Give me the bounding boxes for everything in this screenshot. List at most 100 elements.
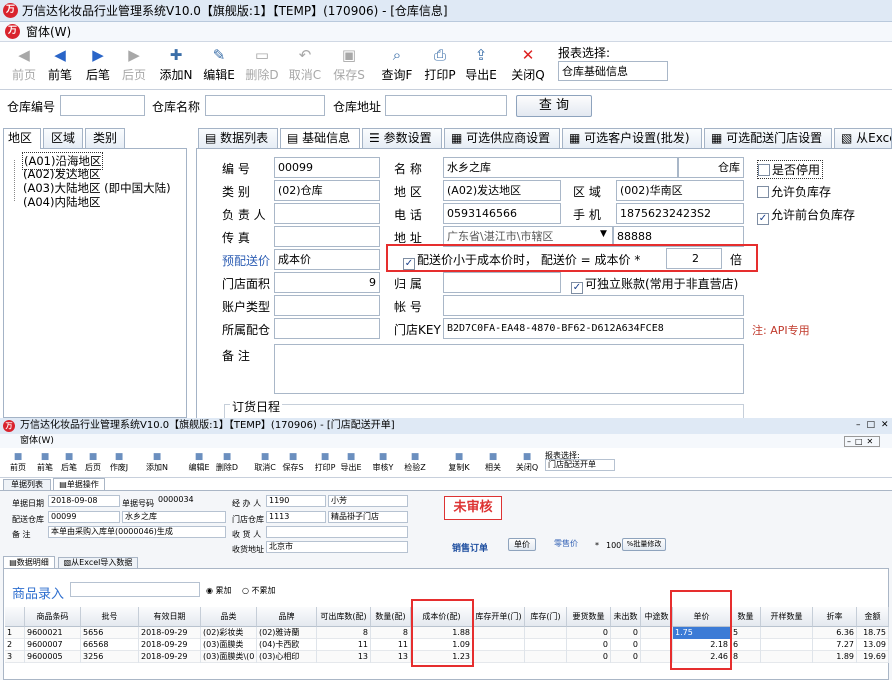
grid-header[interactable]: 开样数量 [761, 607, 813, 627]
tab-basic-info[interactable]: ▤ 基础信息 [280, 128, 360, 149]
price-rule-multiplier[interactable]: 2 [666, 248, 722, 269]
toolbar-button-2[interactable]: ▶ 后笔 [78, 44, 118, 88]
manager-field[interactable] [274, 203, 380, 224]
store-area-field[interactable]: 9 [274, 272, 380, 293]
receiver-field[interactable] [266, 526, 408, 538]
dist-wh-name[interactable]: 水乡之库 [122, 511, 226, 523]
tab-params[interactable]: ☰ 参数设置 [362, 128, 442, 148]
grid-header[interactable]: 品类 [201, 607, 257, 627]
detail-tab-data[interactable]: ▤数据明细 [3, 556, 55, 568]
account-type-field[interactable] [274, 295, 380, 316]
code-field[interactable]: 00099 [274, 157, 380, 178]
toolbar-button-6[interactable]: ▭ 删除D [242, 44, 282, 88]
phone-field[interactable]: 0593146566 [443, 203, 561, 224]
name-field[interactable]: 水乡之库 [443, 157, 678, 178]
sub-tab-ops[interactable]: ▤单据操作 [53, 478, 105, 490]
toolbar-button-9[interactable]: ⌕ 查询F [377, 44, 417, 88]
tab-suppliers[interactable]: ▦ 可选供应商设置 [444, 128, 560, 148]
sub-toolbar-button-8[interactable]: ■ 取消C [250, 452, 280, 473]
left-tab-area[interactable]: 区域 [43, 128, 83, 148]
toolbar-button-3[interactable]: ▶ 后页 [114, 44, 154, 88]
table-cell[interactable]: 5 [731, 627, 761, 639]
region-field[interactable]: (A02)发达地区 [443, 180, 561, 201]
table-cell[interactable]: 8 [731, 651, 761, 663]
area-field[interactable]: (002)华南区 [616, 180, 744, 201]
warehouse-name-input[interactable] [205, 95, 325, 116]
sub-tab-list[interactable]: 单据列表 [3, 479, 51, 490]
belong-field[interactable] [443, 272, 561, 293]
toolbar-button-10[interactable]: ⎙ 打印P [420, 44, 460, 88]
bill-date-field[interactable]: 2018-09-08 [48, 495, 120, 507]
grid-header[interactable]: 未出数 [611, 607, 641, 627]
toolbar-button-11[interactable]: ⇪ 导出E [461, 44, 501, 88]
sub-toolbar-button-9[interactable]: ■ 保存S [278, 452, 308, 473]
tab-excel[interactable]: ▧ 从Exce [834, 128, 892, 148]
recv-addr-field[interactable]: 北京市 [266, 541, 408, 553]
dist-wh-code[interactable]: 00099 [48, 511, 120, 523]
grid-header[interactable] [5, 607, 25, 627]
radio-no-accum[interactable]: ○ 不累加 [242, 585, 276, 596]
account-field[interactable] [443, 295, 744, 316]
grid-header[interactable]: 中途数 [641, 607, 673, 627]
price-rule-checkbox[interactable]: ✓ 配送价小于成本价时， 配送价 = 成本价 * [403, 251, 640, 270]
left-tab-category[interactable]: 类别 [85, 128, 125, 148]
toolbar-button-12[interactable]: ✕ 关闭Q [508, 44, 548, 88]
table-cell[interactable]: 6 [731, 639, 761, 651]
dist-field[interactable] [274, 318, 380, 339]
grid-header[interactable]: 有效日期 [139, 607, 201, 627]
mobile-field[interactable]: 18756232423S2 [616, 203, 744, 224]
sub-note-field[interactable]: 本单由采购入库单(0000046)生成 [48, 526, 226, 538]
handler-code[interactable]: 1190 [266, 495, 326, 507]
grid-header[interactable]: 数量 [731, 607, 761, 627]
tab-stores[interactable]: ▦ 可选配送门店设置 [704, 128, 832, 148]
left-tab-region[interactable]: 地区 [3, 128, 41, 149]
product-entry-input[interactable] [70, 582, 200, 597]
sub-toolbar-button-11[interactable]: ■ 导出E [336, 452, 366, 473]
grid-header[interactable]: 金额 [857, 607, 889, 627]
batch-modify-button[interactable]: %批量修改 [622, 538, 666, 551]
price-field[interactable]: 成本价 [274, 249, 380, 270]
sub-toolbar-button-0[interactable]: ■ 前页 [3, 452, 33, 473]
grid-header[interactable]: 品牌 [257, 607, 317, 627]
tab-data-list[interactable]: ▤ 数据列表 [198, 128, 278, 148]
toolbar-button-0[interactable]: ◀ 前页 [4, 44, 44, 88]
warehouse-addr-input[interactable] [385, 95, 507, 116]
query-button[interactable]: 查 询 [516, 95, 592, 117]
fax-field[interactable] [274, 226, 380, 247]
sub-toolbar-button-7[interactable]: ■ 删除D [212, 452, 242, 473]
store-wh-name[interactable]: 精品褂子门店 [328, 511, 408, 523]
grid-header[interactable]: 批号 [81, 607, 139, 627]
allow-negative-checkbox[interactable]: 允许负库存 [757, 183, 831, 200]
toolbar-button-8[interactable]: ▣ 保存S [329, 44, 369, 88]
toolbar-button-5[interactable]: ✎ 编辑E [199, 44, 239, 88]
tab-customers[interactable]: ▦ 可选客户设置(批发) [562, 128, 702, 148]
unit-price-button[interactable]: 单价 [508, 538, 536, 551]
sub-toolbar-button-13[interactable]: ■ 检验Z [400, 452, 430, 473]
sub-report-select[interactable]: 门店配送开单 [545, 459, 615, 471]
sub-toolbar-button-12[interactable]: ■ 审核Y [368, 452, 398, 473]
detail-tab-excel[interactable]: ▧从Excel导入数据 [58, 557, 138, 568]
sub-menu-window[interactable]: 窗体(W) [20, 436, 54, 446]
sub-toolbar-button-14[interactable]: ■ 复制K [444, 452, 474, 473]
sub-mdi-controls[interactable]: –□✕ [844, 436, 881, 447]
sub-toolbar-button-16[interactable]: ■ 关闭Q [512, 452, 542, 473]
tree-item-a04[interactable]: (A04)内陆地区 [23, 194, 100, 210]
sub-toolbar-button-4[interactable]: ■ 作废J [104, 452, 134, 473]
sub-toolbar-button-15[interactable]: ■ 相关 [478, 452, 508, 473]
grid-header[interactable]: 可出库数(配) [317, 607, 371, 627]
grid-header[interactable]: 要货数量 [567, 607, 611, 627]
grid-header[interactable]: 数量(配) [371, 607, 411, 627]
type-field[interactable]: (02)仓库 [274, 180, 380, 201]
toolbar-button-4[interactable]: ✚ 添加N [156, 44, 196, 88]
sub-toolbar-button-6[interactable]: ■ 编辑E [184, 452, 214, 473]
independent-account-checkbox[interactable]: ✓ 可独立账款(常用于非直营店) [571, 275, 738, 294]
remark-field[interactable] [274, 344, 744, 394]
allow-front-negative-checkbox[interactable]: ✓ 允许前台负库存 [757, 206, 855, 225]
grid-header[interactable]: 库存开单(门) [473, 607, 525, 627]
toolbar-button-7[interactable]: ↶ 取消C [285, 44, 325, 88]
disabled-checkbox[interactable]: 是否停用 [757, 160, 824, 179]
handler-name[interactable]: 小芳 [328, 495, 408, 507]
ratio-field[interactable]: 100 [606, 541, 621, 550]
store-wh-code[interactable]: 1113 [266, 511, 326, 523]
grid-header[interactable]: 商品条码 [25, 607, 81, 627]
